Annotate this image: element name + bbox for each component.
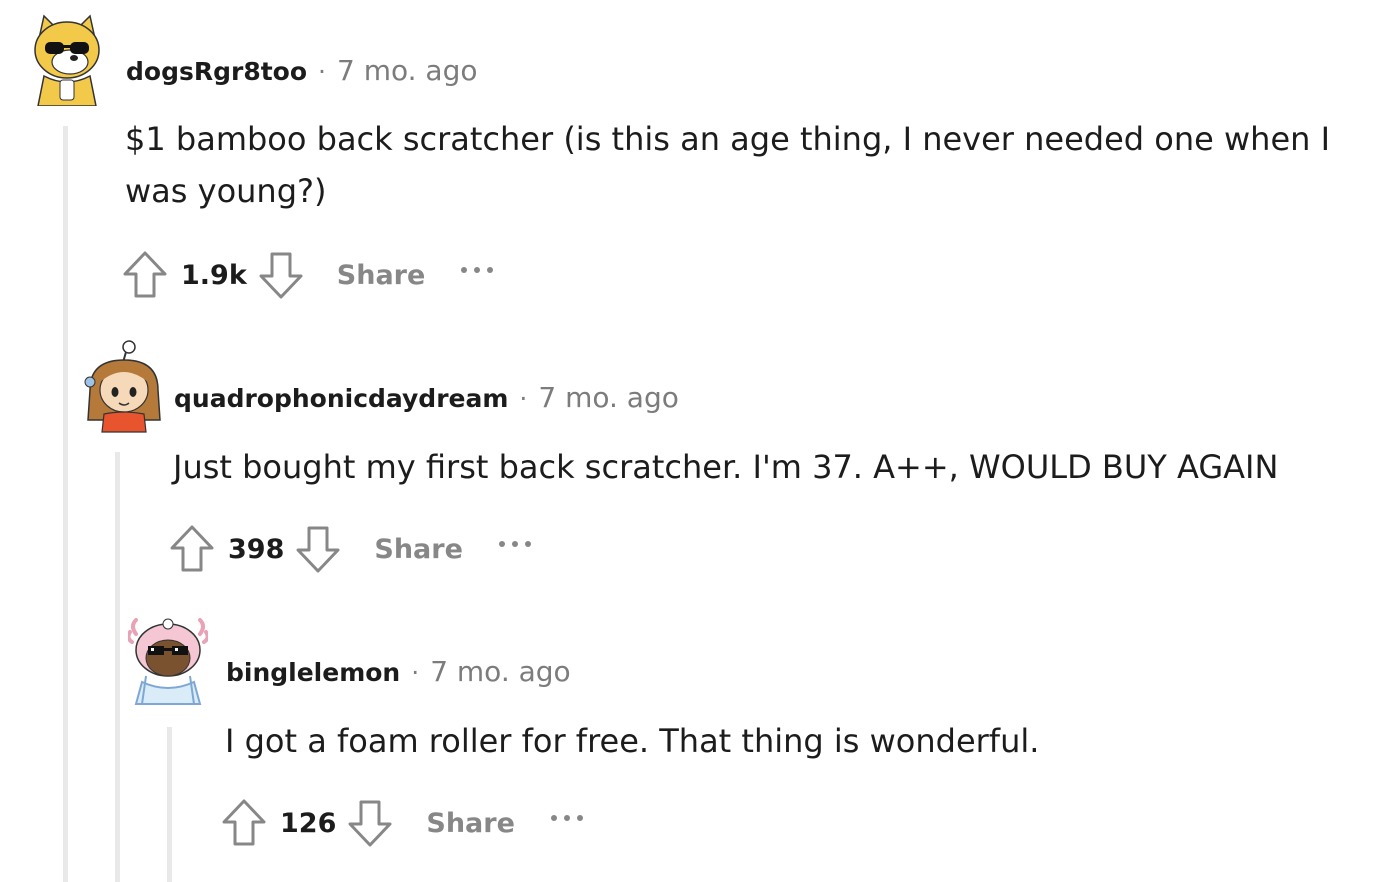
comment-body: I got a foam roller for free. That thing… [225, 722, 1040, 760]
brown-hair-antenna-avatar-icon[interactable] [84, 338, 164, 434]
timestamp[interactable]: 7 mo. ago [430, 655, 571, 688]
comment-actions: 1.9k Share [121, 249, 494, 301]
vote-count: 1.9k [181, 259, 247, 291]
shiba-sunglasses-avatar-icon[interactable] [30, 14, 104, 107]
thread-line-level-1[interactable] [63, 126, 68, 882]
upvote-icon[interactable] [121, 249, 169, 301]
comment-1-meta: dogsRgr8too · 7 mo. ago [126, 54, 477, 87]
downvote-icon[interactable] [294, 523, 342, 575]
axolotl-pixel-sunglasses-avatar-icon[interactable] [126, 612, 210, 708]
username[interactable]: quadrophonicdaydream [174, 384, 508, 413]
more-options-icon[interactable] [550, 815, 583, 821]
username[interactable]: dogsRgr8too [126, 57, 307, 86]
share-button[interactable]: Share [374, 534, 463, 565]
comment-body: $1 bamboo back scratcher (is this an age… [125, 120, 1331, 210]
downvote-icon[interactable] [257, 249, 305, 301]
comment-actions: 398 Share [168, 523, 531, 575]
meta-separator: · [519, 384, 528, 413]
timestamp[interactable]: 7 mo. ago [538, 381, 679, 414]
timestamp[interactable]: 7 mo. ago [337, 54, 478, 87]
more-options-icon[interactable] [498, 541, 531, 547]
comment-2-meta: quadrophonicdaydream · 7 mo. ago [174, 381, 679, 414]
share-button[interactable]: Share [337, 260, 426, 291]
downvote-icon[interactable] [346, 797, 394, 849]
meta-separator: · [411, 658, 420, 687]
vote-count: 126 [280, 807, 337, 839]
comment-actions: 126 Share [220, 797, 583, 849]
comment-body: Just bought my first back scratcher. I'm… [173, 448, 1279, 486]
comment-3-meta: binglelemon · 7 mo. ago [226, 655, 571, 688]
share-button[interactable]: Share [426, 808, 515, 839]
thread-line-level-2[interactable] [115, 452, 120, 882]
meta-separator: · [318, 57, 326, 86]
upvote-icon[interactable] [220, 797, 268, 849]
upvote-icon[interactable] [168, 523, 216, 575]
vote-count: 398 [228, 533, 285, 565]
more-options-icon[interactable] [461, 267, 494, 273]
thread-line-level-3[interactable] [167, 727, 172, 882]
username[interactable]: binglelemon [226, 658, 400, 687]
